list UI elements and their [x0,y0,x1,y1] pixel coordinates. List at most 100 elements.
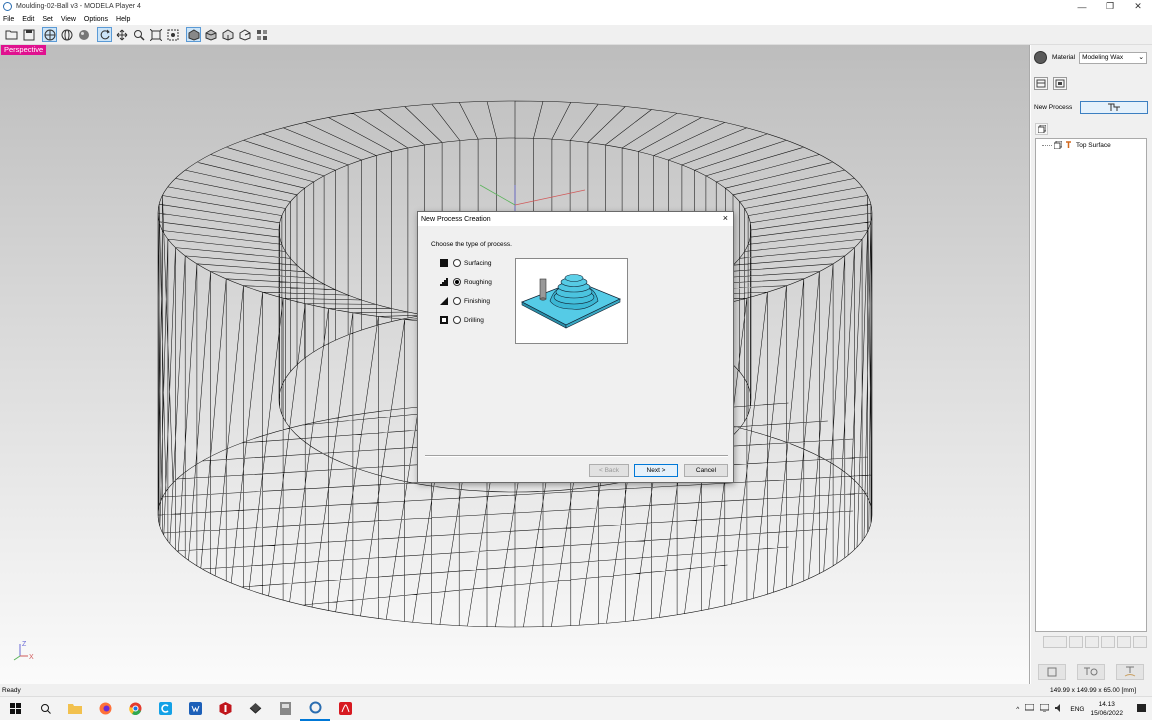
option-label: Surfacing [464,259,492,267]
chevron-up-icon[interactable]: ^ [1016,706,1019,713]
multi-view-icon[interactable] [254,27,269,42]
cleaner-app-icon[interactable] [150,697,180,721]
menu-help[interactable]: Help [116,16,130,23]
surfacing-radio[interactable] [453,259,461,267]
network-icon[interactable] [1039,703,1050,714]
maximize-button[interactable]: ❐ [1096,0,1124,13]
material-icon [1034,51,1047,64]
copy-icon[interactable] [1085,636,1099,648]
dialog-title: New Process Creation [421,215,491,223]
save-icon[interactable] [21,27,36,42]
pan-icon[interactable] [114,27,129,42]
hidden-line-view-icon[interactable] [59,27,74,42]
option-finishing[interactable]: Finishing [440,297,490,305]
material-label: Material [1052,54,1076,61]
filter-icon[interactable] [1069,636,1083,648]
axis-x-label: X [29,654,34,661]
perspective-label: Perspective [1,45,47,55]
tree-toolbar [1035,635,1147,649]
firefox-icon[interactable] [90,697,120,721]
status-text: Ready [2,686,21,694]
window-title: Moulding-02-Ball v3 - MODELA Player 4 [16,3,141,10]
origin-axis-line [479,184,516,206]
drilling-icon [440,316,448,324]
cancel-button[interactable]: Cancel [684,464,728,477]
chrome-icon[interactable] [120,697,150,721]
process-group-icon [1054,141,1062,149]
app-blue-icon[interactable] [180,697,210,721]
close-icon[interactable]: × [723,213,728,223]
collapse-tree-icon[interactable] [1035,123,1048,135]
next-button[interactable]: Next > [634,464,678,477]
app-red-icon[interactable] [210,697,240,721]
tool-search-icon[interactable] [1076,664,1105,680]
cut-icon[interactable] [1116,664,1145,680]
option-surfacing[interactable]: Surfacing [440,259,491,267]
volume-icon[interactable] [1055,704,1064,714]
display-icon[interactable] [1024,703,1035,714]
notification-icon[interactable] [1137,703,1146,715]
vpanel-icon[interactable] [240,697,270,721]
finishing-radio[interactable] [453,297,461,305]
taskbar: ^ ENG 14.13 15/06/2022 [0,696,1152,721]
model-settings-icon[interactable] [1034,77,1048,90]
process-tree[interactable]: Top Surface [1035,138,1147,632]
rotate-icon[interactable] [97,27,112,42]
surfacing-process-icon [1066,141,1071,148]
system-tray: ^ ENG 14.13 15/06/2022 [1016,697,1152,721]
minimize-button[interactable]: — [1068,0,1096,13]
option-roughing[interactable]: Roughing [440,278,492,286]
windows-start-icon[interactable] [0,697,30,721]
menu-view[interactable]: View [61,16,76,23]
fit-view-icon[interactable] [165,27,180,42]
zoom-icon[interactable] [131,27,146,42]
shaded-view-icon[interactable] [76,27,91,42]
dialog-prompt: Choose the type of process. [431,241,512,248]
open-folder-icon[interactable] [4,27,19,42]
dialog-title-bar: New Process Creation × [418,212,733,226]
menu-options[interactable]: Options [84,16,108,23]
move-down-icon[interactable] [1133,636,1147,648]
process-preview-image [515,258,628,344]
front-view-icon[interactable] [220,27,235,42]
iso-view-icon[interactable] [186,27,201,42]
back-button[interactable]: < Back [589,464,629,477]
menu-set[interactable]: Set [42,16,53,23]
roughing-radio[interactable] [453,278,461,286]
side-view-icon[interactable] [237,27,252,42]
axis-indicator: Z X [13,641,34,661]
move-up-icon[interactable] [1117,636,1131,648]
menu-file[interactable]: File [3,16,14,23]
list-view-icon[interactable] [1037,664,1066,680]
top-view-icon[interactable] [203,27,218,42]
tree-item-top-surface[interactable]: Top Surface [1042,141,1111,149]
new-process-button[interactable] [1080,101,1148,114]
status-bar: Ready 149.99 x 149.99 x 65.00 [mm] [0,684,1152,696]
drilling-radio[interactable] [453,316,461,324]
file-explorer-icon[interactable] [60,697,90,721]
zoom-extents-icon[interactable] [148,27,163,42]
option-drilling[interactable]: Drilling [440,316,484,324]
preview-cut-icon[interactable] [1043,636,1067,648]
material-select[interactable]: Modeling Wax ⌄ [1079,51,1148,64]
app-printer-icon[interactable] [270,697,300,721]
roughing-icon [440,278,448,286]
delete-icon[interactable] [1101,636,1115,648]
menu-bar: File Edit Set View Options Help [0,13,1152,25]
new-process-dialog: New Process Creation × Choose the type o… [417,211,734,483]
menu-edit[interactable]: Edit [22,16,34,23]
origin-settings-icon[interactable] [1053,77,1067,90]
search-icon[interactable] [30,697,60,721]
clock[interactable]: 14.13 15/06/2022 [1090,700,1123,718]
modela-player-icon[interactable] [300,697,330,721]
tree-item-label: Top Surface [1076,141,1111,149]
app-acrobat-icon[interactable] [330,697,360,721]
language-indicator[interactable]: ENG [1070,706,1084,713]
close-window-button[interactable]: ✕ [1124,0,1152,13]
panel-bottom-bar [1032,662,1150,682]
option-label: Finishing [464,297,491,305]
wireframe-view-icon[interactable] [42,27,57,42]
option-label: Drilling [464,316,484,324]
new-process-label: New Process [1034,104,1073,111]
chevron-down-icon: ⌄ [1138,53,1145,61]
